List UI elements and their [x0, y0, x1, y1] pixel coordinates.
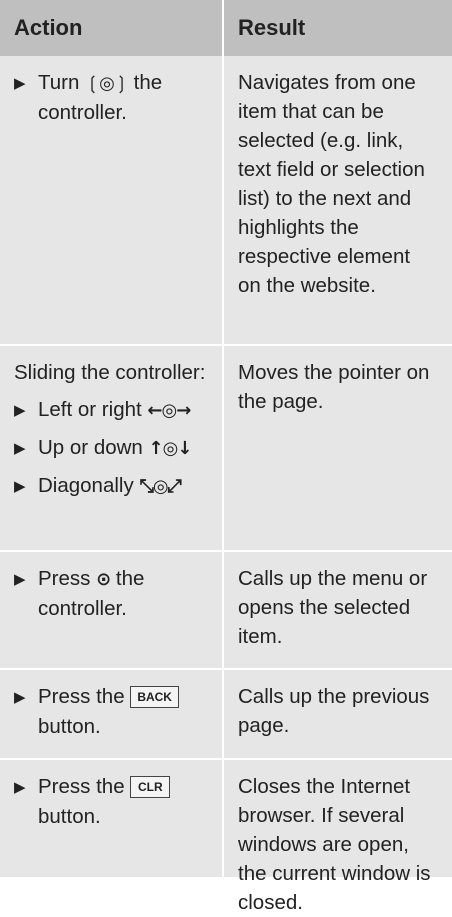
controller-press-icon: ⊙: [96, 569, 111, 590]
clr-key-icon: CLR: [130, 776, 171, 798]
row-back-result: Calls up the previous page.: [224, 670, 452, 760]
controller-slide-diagonal-icon: ⤡◎⤢: [139, 476, 182, 497]
bullet-triangle-icon: ▶: [14, 75, 26, 92]
back-key-icon: BACK: [130, 686, 179, 708]
step-back: ▶ Press the BACK button.: [14, 682, 208, 741]
row-back-action: ▶ Press the BACK button.: [0, 670, 224, 760]
step-left-right: ▶ Left or right ←◎→: [14, 395, 208, 425]
header-action: Action: [0, 0, 224, 56]
bullet-triangle-icon: ▶: [14, 779, 26, 796]
bullet-triangle-icon: ▶: [14, 571, 26, 588]
step-up-down: ▶ Up or down ↑◎↓: [14, 433, 208, 463]
header-result: Result: [224, 0, 452, 56]
controller-actions-table: Action Result ▶ Turn ❲◎❳ the controller. …: [0, 0, 452, 914]
row-slide-action: Sliding the controller: ▶ Left or right ←…: [0, 346, 224, 552]
controller-turn-icon: ❲◎❳: [85, 73, 129, 94]
slide-intro: Sliding the controller:: [14, 361, 206, 384]
row-turn-result: Navigates from one item that can be sele…: [224, 56, 452, 346]
step-clr: ▶ Press the CLR button.: [14, 772, 208, 831]
bullet-triangle-icon: ▶: [14, 689, 26, 706]
row-slide-result: Moves the pointer on the page.: [224, 346, 452, 552]
step-press: ▶ Press ⊙ the controller.: [14, 567, 145, 620]
bullet-triangle-icon: ▶: [14, 440, 26, 457]
row-turn-action: ▶ Turn ❲◎❳ the controller.: [0, 56, 224, 346]
step-diagonal: ▶ Diagonally ⤡◎⤢: [14, 471, 208, 501]
controller-slide-vertical-icon: ↑◎↓: [148, 438, 193, 459]
row-clr-action: ▶ Press the CLR button.: [0, 760, 224, 877]
row-press-action: ▶ Press ⊙ the controller.: [0, 552, 224, 670]
bullet-triangle-icon: ▶: [14, 478, 26, 495]
step-turn: ▶ Turn ❲◎❳ the controller.: [14, 71, 163, 124]
bullet-triangle-icon: ▶: [14, 402, 26, 419]
controller-slide-horizontal-icon: ←◎→: [147, 400, 191, 421]
row-press-result: Calls up the menu or opens the selected …: [224, 552, 452, 670]
row-clr-result: Closes the Internet browser. If several …: [224, 760, 452, 914]
